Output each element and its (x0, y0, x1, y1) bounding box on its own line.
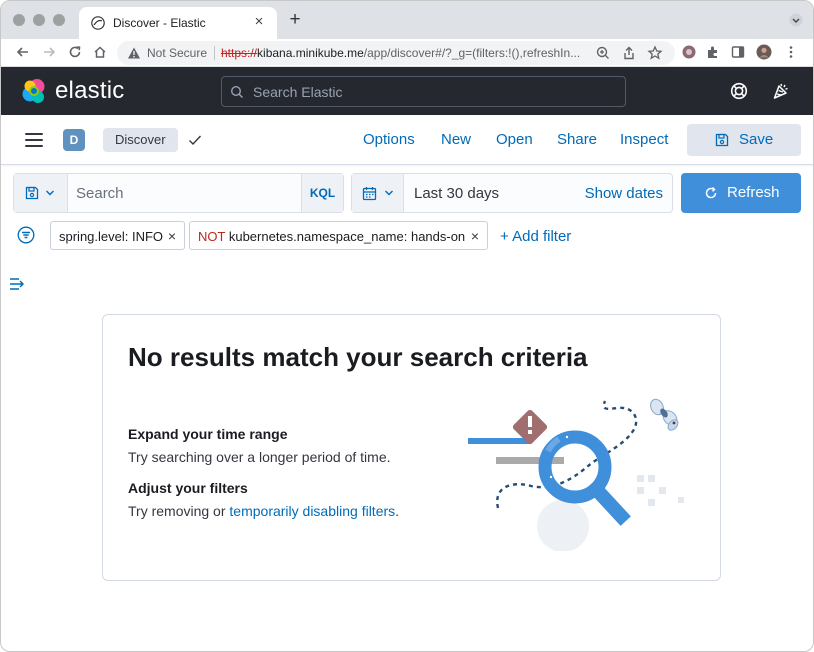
adjust-filters-suffix: . (395, 503, 400, 519)
url-path: /app/discover#/?_g=(filters:!(),refreshI… (363, 46, 581, 60)
filter-negation-label: NOT (198, 229, 226, 244)
browser-window: Discover - Elastic × + Not Secure https:… (0, 0, 814, 652)
not-secure-label[interactable]: Not Secure (147, 46, 207, 60)
date-picker: Last 30 days Show dates (351, 173, 673, 213)
bookmark-star-icon[interactable] (647, 45, 663, 61)
browser-menu-dots-icon[interactable] (783, 44, 799, 60)
hamburger-menu-icon[interactable] (25, 132, 43, 148)
new-link[interactable]: New (441, 131, 471, 148)
sidebar-toggle-icon[interactable] (9, 277, 27, 291)
filter-menu-icon[interactable] (17, 226, 35, 244)
date-range-label[interactable]: Last 30 days (414, 185, 499, 202)
search-icon (230, 85, 243, 98)
save-button-label: Save (739, 131, 774, 148)
share-link[interactable]: Share (557, 131, 597, 148)
calendar-icon (362, 187, 377, 201)
tab-title: Discover - Elastic (113, 16, 206, 30)
saved-query-menu-button[interactable] (14, 174, 68, 212)
window-minimize-dot[interactable] (33, 14, 45, 26)
save-disk-icon (715, 133, 729, 147)
add-filter-button[interactable]: + Add filter (500, 228, 571, 245)
expand-time-heading: Expand your time range (128, 426, 288, 442)
global-search-placeholder: Search Elastic (253, 84, 343, 100)
disable-filters-link[interactable]: temporarily disabling filters (229, 503, 395, 519)
kibana-header: elastic Search Elastic (1, 67, 813, 115)
breadcrumb-discover[interactable]: Discover (103, 128, 178, 152)
query-bar: Search KQL (13, 173, 344, 213)
quick-date-menu-button[interactable] (352, 174, 404, 212)
chevron-down-icon (46, 190, 54, 196)
help-lifebuoy-icon[interactable] (730, 82, 748, 100)
app-top-nav: D Discover Options New Open Share Inspec… (1, 115, 813, 165)
elastic-logo-icon[interactable] (21, 78, 47, 104)
filter-pill[interactable]: NOT kubernetes.namespace_name: hands-on … (189, 221, 488, 250)
news-feed-cheer-icon[interactable] (772, 82, 790, 100)
query-search-input[interactable]: Search (76, 185, 124, 202)
new-tab-icon[interactable]: + (285, 10, 305, 30)
url-host: kibana.minikube.me (257, 46, 364, 60)
expand-time-text: Try searching over a longer period of ti… (128, 449, 391, 465)
refresh-icon (705, 186, 717, 199)
options-link[interactable]: Options (363, 131, 415, 148)
profile-avatar-icon[interactable] (756, 44, 772, 60)
forward-arrow-icon[interactable] (41, 44, 57, 60)
browser-toolbar: Not Secure https://kibana.minikube.me/ap… (1, 39, 813, 67)
show-dates-link[interactable]: Show dates (585, 185, 663, 202)
check-icon (189, 135, 202, 146)
filter-pill-text: spring.level: INFO (59, 229, 164, 244)
global-search-input[interactable]: Search Elastic (221, 76, 626, 107)
refresh-button[interactable]: Refresh (681, 173, 801, 213)
filter-pill[interactable]: spring.level: INFO × (50, 221, 185, 250)
address-separator (214, 46, 215, 60)
filter-pill-value: kubernetes.namespace_name: hands-on (228, 229, 466, 244)
kql-language-button[interactable]: KQL (301, 174, 343, 212)
side-panel-icon[interactable] (730, 44, 746, 60)
inspect-link[interactable]: Inspect (620, 131, 668, 148)
url-text[interactable]: https://kibana.minikube.me/app/discover#… (221, 46, 591, 60)
kibana-favicon-icon (91, 16, 105, 30)
url-scheme: https:// (221, 46, 258, 60)
zoom-icon[interactable] (595, 45, 611, 61)
remove-filter-icon[interactable]: × (166, 228, 178, 244)
home-icon[interactable] (92, 44, 108, 60)
open-link[interactable]: Open (496, 131, 533, 148)
elastic-brand-wordmark[interactable]: elastic (55, 77, 124, 105)
adjust-filters-prefix: Try removing or (128, 503, 226, 519)
chevron-down-icon (385, 190, 393, 196)
save-button[interactable]: Save (687, 124, 801, 156)
address-bar[interactable]: Not Secure https://kibana.minikube.me/ap… (117, 41, 675, 65)
adjust-filters-text: Try removing or temporarily disabling fi… (128, 503, 399, 519)
tab-close-icon[interactable]: × (250, 13, 268, 31)
saved-query-disk-icon (25, 186, 39, 200)
window-zoom-dot[interactable] (53, 14, 65, 26)
no-results-magnifier-illustration (468, 398, 684, 551)
adjust-filters-heading: Adjust your filters (128, 480, 248, 496)
no-results-panel: No results match your search criteria Ex… (102, 314, 721, 581)
warning-triangle-icon[interactable] (127, 46, 141, 60)
back-arrow-icon[interactable] (15, 44, 31, 60)
space-avatar[interactable]: D (63, 129, 85, 151)
window-close-dot[interactable] (13, 14, 25, 26)
refresh-button-label: Refresh (727, 184, 780, 201)
browser-tabstrip: Discover - Elastic × + (1, 1, 813, 39)
filter-pill-text: NOT kubernetes.namespace_name: hands-on (198, 229, 465, 244)
share-page-icon[interactable] (621, 45, 637, 61)
extension-badge-icon[interactable] (681, 44, 697, 60)
remove-filter-icon[interactable]: × (469, 228, 481, 244)
browser-tab-active[interactable]: Discover - Elastic × (79, 7, 277, 39)
extensions-puzzle-icon[interactable] (705, 44, 721, 60)
no-results-title: No results match your search criteria (128, 342, 588, 372)
reload-icon[interactable] (67, 44, 83, 60)
tab-search-chevron-icon[interactable] (789, 13, 803, 27)
